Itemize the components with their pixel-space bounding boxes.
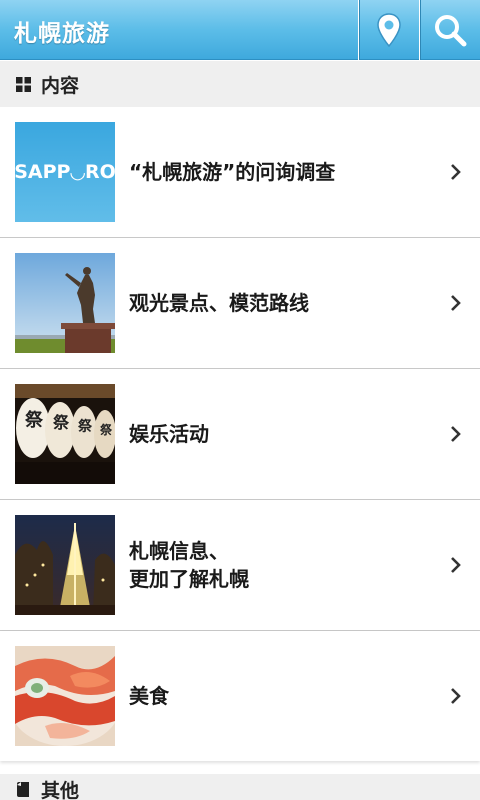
illumination-tree-photo-thumbnail <box>15 515 115 615</box>
chevron-right-icon <box>451 295 461 311</box>
list-item-label: 札幌信息、 更加了解札幌 <box>129 539 249 591</box>
list-item-label: 美食 <box>129 684 169 708</box>
list-item-food[interactable]: 美食 <box>0 631 480 761</box>
chevron-right-icon <box>451 164 461 180</box>
section-label: 其他 <box>41 779 80 800</box>
chevron-right-icon <box>451 688 461 704</box>
grid-icon <box>16 76 31 92</box>
list-item-label: 观光景点、模范路线 <box>129 291 309 315</box>
search-icon <box>435 15 467 47</box>
list-item-survey[interactable]: SAPP◡RO “札幌旅游”的问询调查 <box>0 107 480 238</box>
list-item-sightseeing[interactable]: 观光景点、模范路线 <box>0 238 480 369</box>
list-item-info[interactable]: 札幌信息、 更加了解札幌 <box>0 500 480 631</box>
location-button[interactable] <box>358 0 419 60</box>
list-item-label: 娱乐活动 <box>129 422 209 446</box>
svg-text:祭: 祭 <box>99 422 113 437</box>
top-bar: 札幌旅游 <box>0 0 480 60</box>
lanterns-photo-thumbnail: 祭 祭 祭 祭 <box>15 384 115 484</box>
search-button[interactable] <box>419 0 480 60</box>
app-title: 札幌旅游 <box>14 21 110 47</box>
section-label: 内容 <box>41 74 80 97</box>
chevron-right-icon <box>451 557 461 573</box>
content-list: SAPP◡RO “札幌旅游”的问询调查 观光景点、模范路线 祭 祭 祭 祭 娱乐… <box>0 107 480 761</box>
svg-text:祭: 祭 <box>52 413 70 432</box>
list-item-label: “札幌旅游”的问询调查 <box>129 160 336 184</box>
sapporo-logo-thumbnail: SAPP◡RO <box>15 122 115 222</box>
seafood-photo-thumbnail <box>15 646 115 746</box>
bookmark-icon <box>17 781 29 797</box>
svg-text:祭: 祭 <box>77 418 93 435</box>
svg-text:祭: 祭 <box>24 409 44 431</box>
statue-photo-thumbnail <box>15 253 115 353</box>
map-pin-icon <box>377 13 401 48</box>
chevron-right-icon <box>451 426 461 442</box>
thumbnail-logo-text: SAPP◡RO <box>15 161 115 183</box>
list-item-events[interactable]: 祭 祭 祭 祭 娱乐活动 <box>0 369 480 500</box>
section-header-other: 其他 <box>0 774 480 800</box>
section-header-contents: 内容 <box>0 61 480 107</box>
